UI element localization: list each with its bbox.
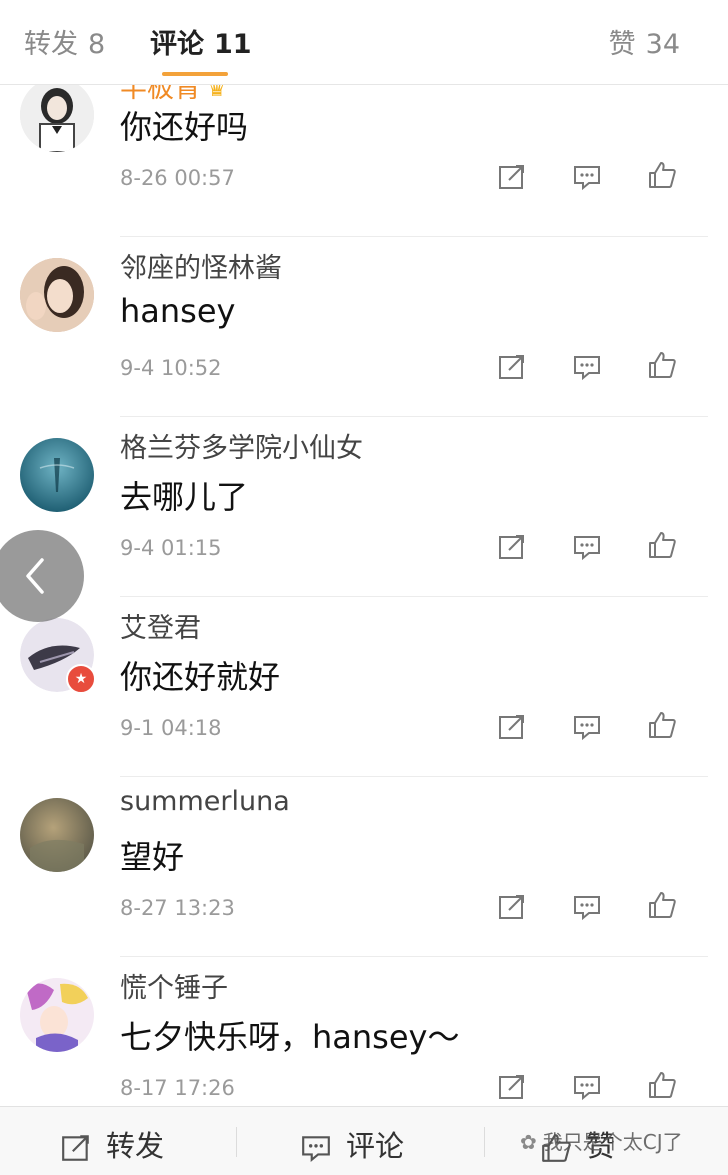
comment-item: 慌个锤子 七夕快乐呀，hansey～ 8-17 17:26 <box>0 958 728 1106</box>
watermark-text: 我只是个太CJ了 <box>542 1130 683 1154</box>
comment-username[interactable]: 格兰芬多学院小仙女 <box>120 426 363 465</box>
like-icon[interactable] <box>647 160 677 190</box>
divider <box>120 236 708 237</box>
share-icon[interactable] <box>497 1072 527 1102</box>
avatar[interactable] <box>20 798 94 872</box>
comment-text: 你还好就好 <box>120 658 281 696</box>
comment-button[interactable]: 评论 <box>300 1123 404 1165</box>
comment-time: 8-26 00:57 <box>120 166 235 190</box>
share-icon[interactable] <box>497 162 527 192</box>
avatar[interactable] <box>20 84 94 152</box>
crown-icon: ♛ <box>207 84 227 102</box>
comment-icon <box>302 1136 330 1163</box>
comment-label: 评论 <box>346 1129 405 1163</box>
comment-username[interactable]: 艾登君 <box>120 606 201 645</box>
comment-username[interactable]: 慌个锤子 <box>120 966 228 1005</box>
comment-time: 9-1 04:18 <box>120 716 222 740</box>
divider <box>120 596 708 597</box>
divider <box>236 1127 237 1157</box>
divider <box>120 416 708 417</box>
active-tab-indicator <box>162 72 228 76</box>
tab-like[interactable]: 赞 34 <box>609 22 680 61</box>
comment-time: 8-17 17:26 <box>120 1076 235 1100</box>
comment-username[interactable]: summerluna <box>120 786 290 817</box>
share-icon <box>62 1135 89 1161</box>
comment-tabs: 转发 8 评论 11 赞 34 <box>0 0 728 85</box>
comment-item: 邻座的怪林酱 hansey 9-4 10:52 <box>0 238 728 418</box>
avatar[interactable]: ★ <box>20 618 96 694</box>
like-icon[interactable] <box>647 890 677 920</box>
divider <box>120 776 708 777</box>
comment-username[interactable]: 邻座的怪林酱 <box>120 246 282 285</box>
tab-repost[interactable]: 转发 8 <box>24 22 105 61</box>
comment-time: 9-4 01:15 <box>120 536 222 560</box>
divider <box>120 956 708 957</box>
repost-button[interactable]: 转发 <box>60 1123 164 1165</box>
reply-icon[interactable] <box>572 532 602 562</box>
comment-item: summerluna 望好 8-27 13:23 <box>0 778 728 958</box>
like-icon[interactable] <box>647 1070 677 1100</box>
avatar[interactable] <box>20 258 94 332</box>
tab-like-count: 34 <box>645 29 680 60</box>
reply-icon[interactable] <box>572 892 602 922</box>
chevron-left-icon <box>26 558 44 594</box>
comment-item: ★ 艾登君 你还好就好 9-1 04:18 <box>0 598 728 778</box>
tab-repost-count: 8 <box>88 29 106 60</box>
comment-text: 你还好吗 <box>120 108 249 146</box>
comment-text: 望好 <box>120 838 185 876</box>
comment-text: hansey <box>120 292 236 330</box>
comment-time: 9-4 10:52 <box>120 356 222 380</box>
tab-like-label: 赞 <box>608 29 636 60</box>
comment-list: 半板青 ♛ 你还好吗 8-26 00:57 邻座的怪林酱 hansey 9-4 1… <box>0 84 728 1106</box>
verified-badge-icon: ★ <box>66 664 96 694</box>
avatar[interactable] <box>20 978 94 1052</box>
repost-label: 转发 <box>106 1129 165 1163</box>
share-icon[interactable] <box>497 712 527 742</box>
share-icon[interactable] <box>497 892 527 922</box>
watermark: ✿ 我只是个太CJ了 <box>520 1126 683 1155</box>
comment-text: 去哪儿了 <box>120 478 249 516</box>
comment-item: 半板青 ♛ 你还好吗 8-26 00:57 <box>0 84 728 238</box>
reply-icon[interactable] <box>572 1072 602 1102</box>
tab-comment-count: 11 <box>214 29 252 60</box>
tab-comment[interactable]: 评论 11 <box>150 22 252 61</box>
comment-username-text: 半板青 <box>120 84 201 104</box>
reply-icon[interactable] <box>572 712 602 742</box>
wechat-icon: ✿ <box>520 1130 537 1154</box>
comment-item: 格兰芬多学院小仙女 去哪儿了 9-4 01:15 <box>0 418 728 598</box>
reply-icon[interactable] <box>572 162 602 192</box>
comment-time: 8-27 13:23 <box>120 896 235 920</box>
comment-text: 七夕快乐呀，hansey～ <box>120 1018 460 1056</box>
like-icon[interactable] <box>647 710 677 740</box>
tab-repost-label: 转发 <box>24 29 78 60</box>
like-icon[interactable] <box>647 350 677 380</box>
divider <box>484 1127 485 1157</box>
share-icon[interactable] <box>497 352 527 382</box>
tab-comment-label: 评论 <box>150 29 204 60</box>
share-icon[interactable] <box>497 532 527 562</box>
reply-icon[interactable] <box>572 352 602 382</box>
avatar[interactable] <box>20 438 94 512</box>
like-icon[interactable] <box>647 530 677 560</box>
